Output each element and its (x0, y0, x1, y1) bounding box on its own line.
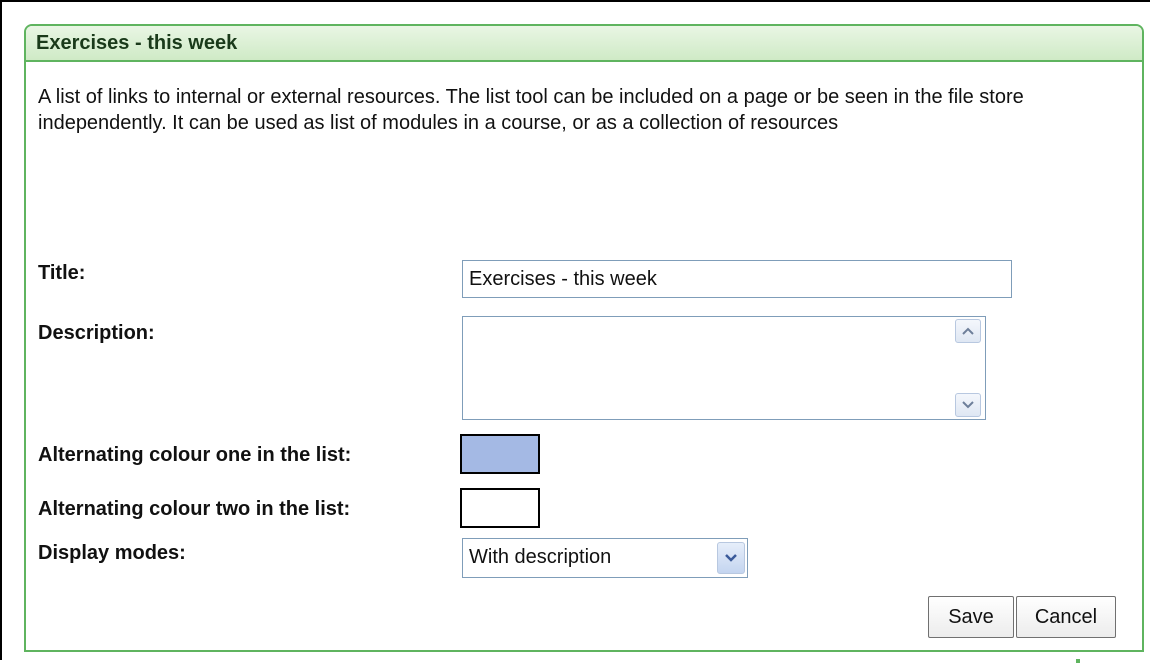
title-label: Title: (38, 262, 86, 284)
description-label: Description: (38, 322, 155, 344)
colour-one-swatch[interactable] (460, 434, 540, 474)
list-tool-panel: Exercises - this week A list of links to… (24, 24, 1144, 652)
panel-description: A list of links to internal or external … (38, 86, 1024, 134)
description-scrollbar[interactable] (955, 319, 983, 417)
colour-one-label: Alternating colour one in the list: (38, 444, 352, 466)
display-modes-select[interactable]: With description (462, 538, 748, 578)
panel-title: Exercises - this week (26, 26, 1142, 62)
colour-two-label: Alternating colour two in the list: (38, 498, 351, 520)
display-modes-value: With description (469, 546, 612, 568)
scroll-up-arrow-icon[interactable] (955, 319, 981, 343)
description-textarea[interactable] (462, 316, 986, 420)
cancel-button[interactable]: Cancel (1016, 596, 1116, 638)
title-input[interactable] (462, 260, 1012, 298)
chevron-down-icon[interactable] (717, 542, 745, 574)
colour-two-swatch[interactable] (460, 488, 540, 528)
save-button[interactable]: Save (928, 596, 1014, 638)
resize-handle-icon (1074, 652, 1082, 663)
scroll-down-arrow-icon[interactable] (955, 393, 981, 417)
display-modes-label: Display modes: (38, 542, 186, 564)
